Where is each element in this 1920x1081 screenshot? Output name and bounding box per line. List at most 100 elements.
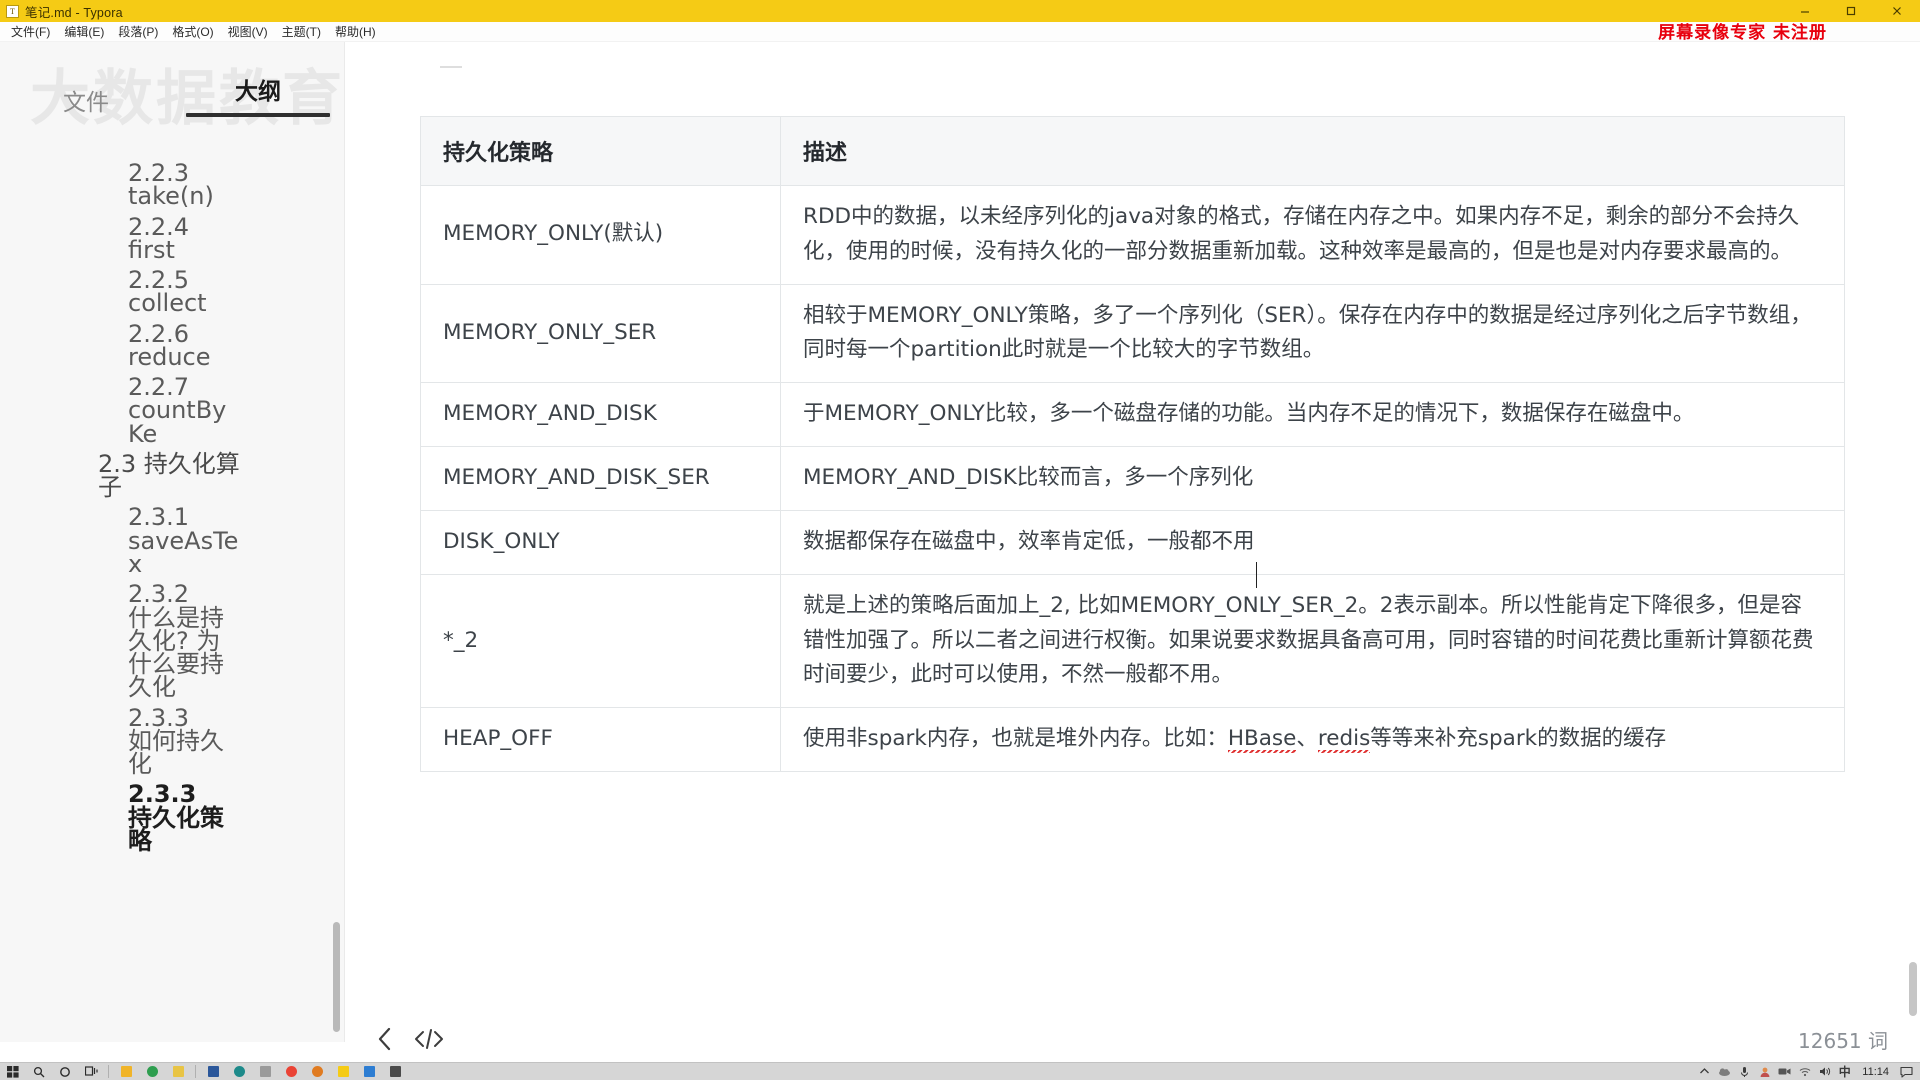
- misspelled-word: HBase: [1228, 726, 1297, 753]
- cell-description: 于MEMORY_ONLY比较，多一个磁盘存储的功能。当内存不足的情况下，数据保存…: [781, 383, 1845, 447]
- search-icon[interactable]: [26, 1063, 52, 1081]
- menu-edit[interactable]: 编辑(E): [57, 21, 111, 42]
- outline-item[interactable]: 2.2.3take(n): [0, 162, 240, 209]
- taskbar-separator: [108, 1065, 109, 1078]
- outline-item[interactable]: 2.2.7countByKe: [0, 376, 240, 446]
- app-yellow-icon[interactable]: [165, 1063, 191, 1081]
- outline-item[interactable]: 2.3.1saveAsTex: [0, 506, 240, 576]
- cell-description: 使用非spark内存，也就是堆外内存。比如：HBase、redis等等来补充sp…: [781, 708, 1845, 772]
- paragraph-stub: [440, 66, 462, 68]
- chrome-icon[interactable]: [278, 1063, 304, 1081]
- table-body: MEMORY_ONLY(默认)RDD中的数据，以未经序列化的java对象的格式，…: [421, 186, 1845, 772]
- tab-outline[interactable]: 大纲: [172, 72, 344, 125]
- outline-item[interactable]: 2.2.6reduce: [0, 323, 240, 370]
- menu-help[interactable]: 帮助(H): [328, 21, 383, 42]
- network-icon[interactable]: [1796, 1064, 1813, 1080]
- typora-taskbar-icon[interactable]: [330, 1063, 356, 1081]
- menu-paragraph[interactable]: 段落(P): [111, 21, 165, 42]
- outline-item[interactable]: 2.2.5collect: [0, 269, 240, 316]
- taskbar: 中 11:14: [0, 1062, 1920, 1080]
- cell-description: 相较于MEMORY_ONLY策略，多了一个序列化（SER）。保存在内存中的数据是…: [781, 284, 1845, 383]
- table-row: MEMORY_AND_DISK_SERMEMORY_AND_DISK比较而言，多…: [421, 447, 1845, 511]
- menu-format[interactable]: 格式(O): [165, 21, 220, 42]
- outline-item-label: countByKe: [128, 396, 226, 447]
- windows-start-button[interactable]: [0, 1063, 26, 1081]
- outline-item[interactable]: 2.3.2什么是持久化? 为什么要持久化: [0, 583, 240, 699]
- editor-scrollbar[interactable]: [1909, 962, 1917, 1016]
- close-button[interactable]: [1874, 0, 1920, 22]
- outline-item-label: reduce: [128, 343, 211, 371]
- statusbar: 12651 词: [345, 1016, 1920, 1062]
- user-account-icon[interactable]: [1756, 1064, 1773, 1080]
- table-row: MEMORY_ONLY(默认)RDD中的数据，以未经序列化的java对象的格式，…: [421, 186, 1845, 285]
- app-gray-icon[interactable]: [252, 1063, 278, 1081]
- camera-icon[interactable]: [1776, 1064, 1793, 1080]
- notification-center-icon[interactable]: [1898, 1064, 1914, 1080]
- table-header-row: 持久化策略 描述: [421, 117, 1845, 186]
- sidebar-scrollbar[interactable]: [333, 922, 340, 1032]
- cell-description: 数据都保存在磁盘中，效率肯定低，一般都不用: [781, 510, 1845, 574]
- menubar: 文件(F) 编辑(E) 段落(P) 格式(O) 视图(V) 主题(T) 帮助(H…: [0, 22, 1920, 42]
- cell-strategy: MEMORY_ONLY(默认): [421, 186, 781, 285]
- workspace: 大数据教育 文件 大纲 2.2.3take(n)2.2.4first2.2.5c…: [0, 42, 1920, 1042]
- outline-item-label: 如何持久化: [128, 727, 224, 778]
- outline-item[interactable]: 2.3.3如何持久化: [0, 707, 240, 777]
- microphone-icon[interactable]: [1736, 1064, 1753, 1080]
- outline-item-label: first: [128, 236, 175, 264]
- app-green-icon[interactable]: [139, 1063, 165, 1081]
- source-code-toggle-icon[interactable]: [407, 1019, 451, 1059]
- outline-item-label: 持久化策略: [128, 804, 224, 855]
- document-fragment-above: [420, 66, 1845, 98]
- maximize-restore-button[interactable]: [1828, 0, 1874, 22]
- outline-item-label: saveAsTex: [128, 527, 238, 578]
- outline-item-label: collect: [128, 289, 207, 317]
- outline-item-label: take(n): [128, 182, 214, 210]
- typora-app-icon: T: [6, 5, 19, 18]
- menu-file[interactable]: 文件(F): [4, 21, 57, 42]
- taskbar-clock[interactable]: 11:14: [1856, 1066, 1895, 1078]
- app-blue-icon[interactable]: [356, 1063, 382, 1081]
- sidebar-tabs: 文件 大纲: [0, 42, 344, 125]
- cell-strategy: *_2: [421, 574, 781, 707]
- ime-language-icon[interactable]: 中: [1836, 1064, 1853, 1080]
- description-text: 、: [1296, 726, 1318, 751]
- app-dark-icon[interactable]: [382, 1063, 408, 1081]
- screen-recorder-watermark: 屏幕录像专家 未注册: [1658, 18, 1827, 43]
- cell-description: 就是上述的策略后面加上_2, 比如MEMORY_ONLY_SER_2。2表示副本…: [781, 574, 1845, 707]
- menu-theme[interactable]: 主题(T): [275, 21, 328, 42]
- volume-icon[interactable]: [1816, 1064, 1833, 1080]
- table-row: HEAP_OFF使用非spark内存，也就是堆外内存。比如：HBase、redi…: [421, 708, 1845, 772]
- table-row: DISK_ONLY数据都保存在磁盘中，效率肯定低，一般都不用: [421, 510, 1845, 574]
- editor-area[interactable]: 持久化策略 描述 MEMORY_ONLY(默认)RDD中的数据，以未经序列化的j…: [345, 42, 1920, 1042]
- outline-item-label: 什么是持久化? 为什么要持久化: [128, 604, 224, 702]
- outline-list[interactable]: 2.2.3take(n) 2.2.4first 2.2.5collect 2.2.6r…: [0, 162, 344, 1042]
- window-titlebar: T 笔记.md - Typora: [0, 0, 1920, 22]
- explorer-icon[interactable]: [113, 1063, 139, 1081]
- outline-item[interactable]: 2.2.4first: [0, 216, 240, 263]
- taskbar-separator-2: [195, 1065, 196, 1078]
- cell-strategy: MEMORY_ONLY_SER: [421, 284, 781, 383]
- cell-strategy: DISK_ONLY: [421, 510, 781, 574]
- cell-description: MEMORY_AND_DISK比较而言，多一个序列化: [781, 447, 1845, 511]
- column-header-strategy: 持久化策略: [421, 117, 781, 186]
- word-count-label[interactable]: 12651 词: [1798, 1025, 1888, 1054]
- cell-strategy: MEMORY_AND_DISK_SER: [421, 447, 781, 511]
- app-orange-icon[interactable]: [304, 1063, 330, 1081]
- menu-view[interactable]: 视图(V): [221, 21, 275, 42]
- task-view-icon[interactable]: [78, 1063, 104, 1081]
- outline-item[interactable]: 2.3.3持久化策略: [0, 783, 240, 853]
- app-teal-icon[interactable]: [226, 1063, 252, 1081]
- document-content[interactable]: 持久化策略 描述 MEMORY_ONLY(默认)RDD中的数据，以未经序列化的j…: [345, 42, 1920, 1042]
- outline-item[interactable]: 2.3 持久化算子: [0, 453, 260, 500]
- cell-strategy: MEMORY_AND_DISK: [421, 383, 781, 447]
- window-title: 笔记.md - Typora: [25, 2, 123, 21]
- tab-files[interactable]: 文件: [0, 83, 172, 125]
- description-text: 等等来补充spark的数据的缓存: [1370, 726, 1666, 751]
- word-icon[interactable]: [200, 1063, 226, 1081]
- system-tray: 中 11:14: [1696, 1064, 1920, 1080]
- show-hidden-icons-icon[interactable]: [1696, 1064, 1713, 1080]
- table-row: *_2就是上述的策略后面加上_2, 比如MEMORY_ONLY_SER_2。2表…: [421, 574, 1845, 707]
- back-chevron-icon[interactable]: [363, 1019, 407, 1059]
- cloud-icon[interactable]: [1716, 1064, 1733, 1080]
- cortana-icon[interactable]: [52, 1063, 78, 1081]
